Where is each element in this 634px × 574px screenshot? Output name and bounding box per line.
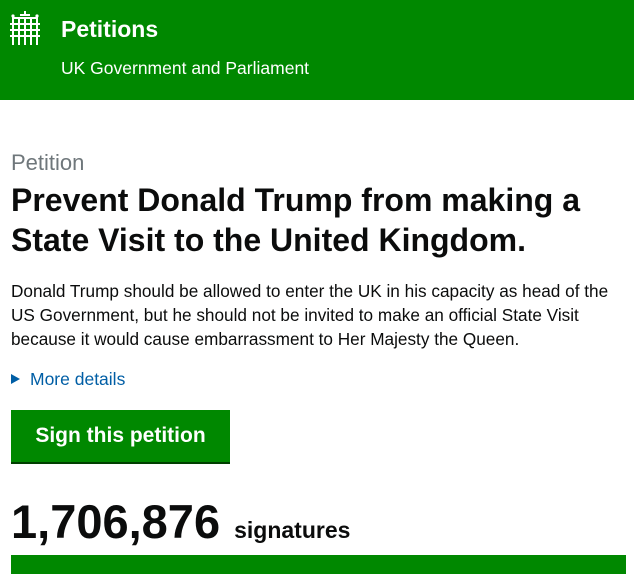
more-details-toggle[interactable]: More details [11, 368, 125, 390]
site-header: Petitions UK Government and Parliament [0, 0, 634, 100]
triangle-right-icon [11, 374, 20, 384]
site-title[interactable]: Petitions [61, 15, 158, 43]
portcullis-icon[interactable] [10, 11, 40, 45]
signature-progress-bar [11, 555, 626, 574]
petition-title: Prevent Donald Trump from making a State… [11, 182, 580, 258]
sign-petition-button[interactable]: Sign this petition [11, 410, 230, 462]
site-subtitle: UK Government and Parliament [61, 58, 310, 78]
petition-description: Donald Trump should be allowed to enter … [11, 281, 609, 349]
more-details-label[interactable]: More details [30, 368, 125, 390]
petition-eyebrow: Petition [11, 150, 85, 175]
signature-count-label: signatures [234, 517, 351, 543]
signature-count-number: 1,706,876 [11, 495, 221, 548]
signature-count: 1,706,876 signatures [11, 494, 350, 550]
signature-progress-fill [11, 555, 626, 574]
